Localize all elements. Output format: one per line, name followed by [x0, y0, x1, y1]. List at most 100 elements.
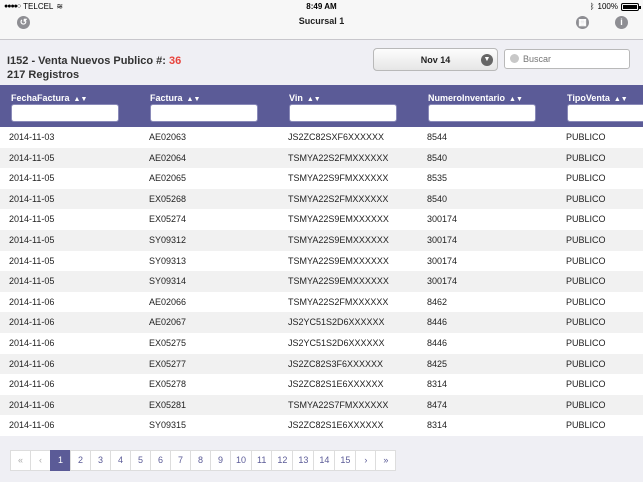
cell-fecha: 2014-11-06 [9, 337, 55, 348]
table-row[interactable]: 2014-11-05 AE02065 TSMYA22S9FMXXXXXX 8535 PU… [0, 168, 643, 189]
date-selector-value: Nov 14 [420, 55, 451, 65]
page-button-12[interactable]: 12 [271, 450, 294, 471]
sort-icon[interactable]: ▲▼ [614, 96, 628, 103]
info-icon[interactable]: i [615, 16, 628, 29]
cell-factura: AE02064 [149, 152, 187, 163]
table-row[interactable]: 2014-11-06 AE02066 TSMYA22S2FMXXXXXX 8462 PU… [0, 291, 643, 313]
sort-icon[interactable]: ▲▼ [307, 96, 321, 103]
cell-factura: AE02065 [149, 173, 187, 184]
column-label: TipoVenta [567, 93, 610, 103]
cell-vin: TSMYA22S9EMXXXXXX [288, 255, 389, 266]
cell-tipo: PUBLICO [566, 379, 606, 390]
cell-vin: TSMYA22S2FMXXXXXX [288, 152, 389, 163]
cell-tipo: PUBLICO [566, 276, 606, 287]
records-count: 217 Registros [7, 69, 80, 81]
cell-inventario: 8314 [427, 420, 448, 431]
page-button-8[interactable]: 8 [190, 450, 211, 471]
page-button-14[interactable]: 14 [313, 450, 336, 471]
cell-fecha: 2014-11-06 [9, 379, 55, 390]
cell-inventario: 300174 [427, 214, 458, 225]
filter-input-vin[interactable] [289, 104, 397, 122]
page-button-7[interactable]: 7 [170, 450, 191, 471]
cell-vin: TSMYA22S9EMXXXXXX [288, 234, 389, 245]
page-last-button[interactable]: » [375, 450, 397, 471]
table-row[interactable]: 2014-11-05 EX05274 TSMYA22S9EMXXXXXX 300174… [0, 209, 643, 230]
battery-percent: 100% [597, 2, 618, 11]
cell-factura: SY09314 [149, 276, 187, 287]
page-button-9[interactable]: 9 [210, 450, 231, 471]
page-prev-button[interactable]: ‹ [30, 450, 51, 471]
cell-factura: AE02063 [149, 132, 187, 142]
column-label: NumeroInventario [428, 93, 506, 103]
table-row[interactable]: 2014-11-06 EX05275 JS2YC51S2D6XXXXXX 8446 PU… [0, 332, 643, 354]
cell-fecha: 2014-11-06 [9, 317, 55, 328]
cell-fecha: 2014-11-06 [9, 296, 55, 307]
table-row[interactable]: 2014-11-05 SY09312 TSMYA22S9EMXXXXXX 300174… [0, 229, 643, 251]
page-button-13[interactable]: 13 [292, 450, 315, 471]
cell-tipo: PUBLICO [566, 358, 606, 369]
filter-input-factura[interactable] [150, 104, 258, 122]
cell-factura: EX05281 [149, 399, 187, 410]
page-first-button[interactable]: « [10, 450, 31, 471]
table-row[interactable]: 2014-11-06 EX05277 JS2ZC82S3F6XXXXXX 8425 PU… [0, 353, 643, 375]
page-button-10[interactable]: 10 [230, 450, 253, 471]
page-button-6[interactable]: 6 [150, 450, 171, 471]
table-row[interactable]: 2014-11-03 AE02063 JS2ZC82SXF6XXXXXX 8544 PU… [0, 127, 643, 148]
cell-tipo: PUBLICO [566, 420, 606, 431]
cell-tipo: PUBLICO [566, 317, 606, 328]
cell-vin: TSMYA22S9FMXXXXXX [288, 173, 389, 184]
page-button-3[interactable]: 3 [90, 450, 111, 471]
page-button-1[interactable]: 1 [50, 450, 71, 471]
page-button-11[interactable]: 11 [251, 450, 273, 471]
cell-factura: AE02066 [149, 296, 187, 307]
table-row[interactable]: 2014-11-06 EX05281 TSMYA22S7FMXXXXXX 8474 PU… [0, 394, 643, 416]
page-button-4[interactable]: 4 [110, 450, 131, 471]
cell-tipo: PUBLICO [566, 399, 606, 410]
cell-tipo: PUBLICO [566, 152, 606, 163]
page-button-2[interactable]: 2 [70, 450, 91, 471]
search-icon [510, 54, 519, 63]
report-title-number: 36 [169, 55, 182, 67]
column-label: FechaFactura [11, 93, 70, 103]
cell-fecha: 2014-11-05 [9, 214, 55, 225]
table-row[interactable]: 2014-11-05 SY09313 TSMYA22S9EMXXXXXX 300174… [0, 250, 643, 272]
cell-fecha: 2014-11-05 [9, 276, 55, 287]
cell-inventario: 8474 [427, 399, 448, 410]
cell-vin: TSMYA22S7FMXXXXXX [288, 399, 389, 410]
cell-inventario: 300174 [427, 276, 458, 287]
cell-inventario: 8446 [427, 317, 448, 328]
cell-inventario: 8544 [427, 132, 448, 142]
sort-icon[interactable]: ▲▼ [509, 96, 523, 103]
cell-factura: SY09315 [149, 420, 187, 431]
page-button-5[interactable]: 5 [130, 450, 151, 471]
navigation-bar: ↺ Sucursal 1 ▦ i [0, 13, 643, 40]
report-title-text: I152 - Venta Nuevos Publico #: [7, 55, 166, 67]
cell-vin: JS2ZC82S3F6XXXXXX [288, 358, 384, 369]
table-row[interactable]: 2014-11-05 SY09314 TSMYA22S9EMXXXXXX 300174… [0, 271, 643, 292]
column-label: Factura [150, 93, 183, 103]
cell-fecha: 2014-11-05 [9, 255, 55, 266]
table-row[interactable]: 2014-11-06 EX05278 JS2ZC82S1E6XXXXXX 8314 PU… [0, 374, 643, 395]
filter-input-numeroinventario[interactable] [428, 104, 536, 122]
sort-icon[interactable]: ▲▼ [74, 96, 88, 103]
table-row[interactable]: 2014-11-06 SY09315 JS2ZC82S1E6XXXXXX 8314 PU… [0, 415, 643, 436]
table-row[interactable]: 2014-11-05 EX05268 TSMYA22S2FMXXXXXX 8540 PU… [0, 188, 643, 210]
cell-tipo: PUBLICO [566, 193, 606, 204]
grid-icon[interactable]: ▦ [576, 16, 589, 29]
clock: 8:49 AM [306, 2, 337, 11]
filter-input-tipoventa[interactable] [567, 104, 643, 122]
table-row[interactable]: 2014-11-06 AE02067 JS2YC51S2D6XXXXXX 8446 PU… [0, 312, 643, 333]
status-bar: ●●●●○ TELCEL ≋ 8:49 AM ᛒ 100% [0, 0, 643, 13]
cell-inventario: 8540 [427, 152, 448, 163]
column-tipoventa[interactable]: TipoVenta ▲▼ [567, 85, 643, 127]
cell-vin: JS2YC51S2D6XXXXXX [288, 337, 385, 348]
cell-factura: EX05277 [149, 358, 187, 369]
filter-input-fechafactura[interactable] [11, 104, 119, 122]
page-button-15[interactable]: 15 [334, 450, 357, 471]
page-next-button[interactable]: › [355, 450, 377, 471]
search-input[interactable] [504, 49, 630, 69]
sort-icon[interactable]: ▲▼ [187, 96, 201, 103]
date-selector[interactable]: Nov 14 ▼ [373, 48, 498, 71]
table-row[interactable]: 2014-11-05 AE02064 TSMYA22S2FMXXXXXX 8540 PU… [0, 147, 643, 169]
cell-factura: AE02067 [149, 317, 187, 328]
